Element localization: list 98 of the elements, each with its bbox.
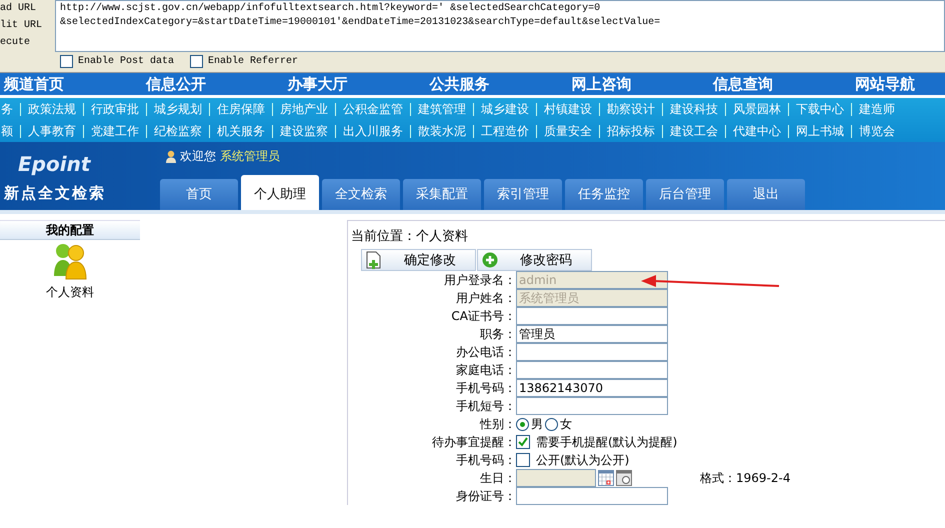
nav-link[interactable]: 频道首页 <box>4 73 64 95</box>
field-label: 用户登录名： <box>443 272 516 289</box>
field-label: 性别： <box>478 416 516 433</box>
checkbox[interactable] <box>516 435 530 449</box>
nav-link[interactable]: 招标投标 <box>599 124 662 138</box>
users-icon[interactable] <box>53 242 87 280</box>
nav-link[interactable]: 网上咨询 <box>571 73 632 95</box>
tab[interactable]: 后台管理 <box>646 179 724 210</box>
nav-link[interactable]: 建设监察 <box>272 124 335 138</box>
nav-link[interactable]: 政策法规 <box>20 102 83 116</box>
input-field[interactable]: 管理员 <box>516 325 668 343</box>
nav-link[interactable]: 建设科技 <box>662 102 725 116</box>
option-label: 女 <box>560 416 572 432</box>
input-field[interactable] <box>516 487 668 505</box>
sidebar-item[interactable]: 个人资料 <box>46 284 94 301</box>
option-label: 公开(默认为公开) <box>536 452 630 468</box>
nav-link[interactable]: 党建工作 <box>83 124 146 138</box>
nav-link[interactable]: 公共服务 <box>429 73 490 95</box>
nav-link[interactable]: 网上书城 <box>788 124 851 138</box>
nav-link[interactable]: 建筑管理 <box>410 102 473 116</box>
nav-link[interactable]: 出入川服务 <box>335 124 410 138</box>
app-name: 新点全文检索 <box>4 184 107 203</box>
nav-link[interactable]: 城乡建设 <box>473 102 536 116</box>
option-label: 需要手机提醒(默认为提醒) <box>536 434 678 450</box>
radio-button[interactable] <box>516 418 529 430</box>
nav-link[interactable]: 下载中心 <box>788 102 851 116</box>
field-label: 待办事宜提醒： <box>431 434 516 451</box>
hackbar-label[interactable]: lit URL <box>0 19 55 32</box>
input-field[interactable]: 13862143070 <box>516 379 668 397</box>
field-label: 职务： <box>479 326 516 343</box>
toolbar-button[interactable]: 修改密码 <box>477 249 592 271</box>
url-field[interactable]: http://www.scjst.gov.cn/webapp/infofulltextsearch.html?keyword=' &selectedSearchCategory=0 &selectedIndexCategory=&startDateTime=19000101'&endDateTime=20131023&searchType=default&selectValue= <box>55 0 945 52</box>
field-label: 生日： <box>479 470 516 487</box>
document-plus-icon <box>366 251 382 269</box>
nav-link[interactable]: 信息公开 <box>146 73 206 95</box>
nav-link[interactable]: 机关服务 <box>209 124 272 138</box>
field-label: 手机短号： <box>455 398 516 415</box>
nav-link[interactable]: 人事教育 <box>20 124 83 138</box>
breadcrumb: 当前位置：个人资料 <box>351 228 469 245</box>
nav-link[interactable]: 办事大厅 <box>288 73 348 95</box>
plus-icon <box>482 252 498 268</box>
field-label: 家庭电话： <box>455 362 516 379</box>
nav-link[interactable]: 博览会 <box>851 124 902 138</box>
nav-link[interactable]: 额 <box>0 124 20 138</box>
nav-link[interactable]: 散装水泥 <box>410 124 473 138</box>
tab[interactable]: 退出 <box>727 179 805 210</box>
toolbar-button[interactable]: 确定修改 <box>361 249 476 271</box>
date-field[interactable] <box>516 469 596 487</box>
tab[interactable]: 任务监控 <box>565 179 643 210</box>
checkbox[interactable] <box>516 453 530 467</box>
nav-link[interactable]: 信息查询 <box>713 73 774 95</box>
field-label: 身份证号： <box>455 488 516 505</box>
radio-button[interactable] <box>545 418 558 430</box>
hackbar-label[interactable]: ecute <box>0 36 55 49</box>
nav-link[interactable]: 建设工会 <box>662 124 725 138</box>
nav-link[interactable]: 勘察设计 <box>599 102 662 116</box>
format-hint: 格式：1969-2-4 <box>700 470 790 486</box>
tab[interactable]: 索引管理 <box>484 179 562 210</box>
nav-link[interactable]: 纪检监察 <box>146 124 209 138</box>
nav-link[interactable]: 质量安全 <box>536 124 599 138</box>
field-label: 办公电话： <box>455 344 516 361</box>
field-label: 手机号码： <box>455 452 516 469</box>
user-icon <box>166 150 176 163</box>
tab[interactable]: 采集配置 <box>403 179 481 210</box>
nav-link[interactable]: 务 <box>0 102 20 116</box>
field-label: CA证书号： <box>450 308 516 325</box>
option-label: Enable Referrer <box>208 56 298 67</box>
option-label: 男 <box>531 416 543 432</box>
welcome-text: 欢迎您 <box>180 148 216 165</box>
hackbar-label[interactable]: ad URL <box>0 2 55 15</box>
nav-link[interactable]: 工程造价 <box>473 124 536 138</box>
option-label: Enable Post data <box>78 56 174 67</box>
nav-link[interactable]: 行政审批 <box>83 102 146 116</box>
field-label: 手机号码： <box>455 380 516 397</box>
nav-link[interactable]: 建造师 <box>851 102 902 116</box>
nav-link[interactable]: 代建中心 <box>725 124 788 138</box>
input-field[interactable] <box>516 397 668 415</box>
input-field[interactable] <box>516 361 668 379</box>
logo: Epoint <box>18 152 92 176</box>
tab[interactable]: 个人助理 <box>241 175 319 210</box>
input-field[interactable] <box>516 307 668 325</box>
nav-link[interactable]: 房地产业 <box>272 102 335 116</box>
nav-link[interactable]: 村镇建设 <box>536 102 599 116</box>
field-label: 用户姓名： <box>455 290 516 307</box>
sidebar-title: 我的配置 <box>0 220 140 240</box>
tab[interactable]: 全文检索 <box>322 179 400 210</box>
tab[interactable]: 首页 <box>160 179 238 210</box>
calendar-icon[interactable] <box>598 470 614 486</box>
nav-link[interactable]: 风景园林 <box>725 102 788 116</box>
checkbox[interactable] <box>60 55 73 68</box>
nav-link[interactable]: 公积金监管 <box>335 102 410 116</box>
nav-link[interactable]: 网站导航 <box>854 73 915 95</box>
checkbox[interactable] <box>190 55 204 68</box>
user-name: 系统管理员 <box>220 148 280 165</box>
nav-link[interactable]: 城乡规划 <box>146 102 209 116</box>
nav-link[interactable]: 住房保障 <box>209 102 272 116</box>
clock-icon[interactable] <box>616 470 632 486</box>
input-field[interactable] <box>516 343 668 361</box>
